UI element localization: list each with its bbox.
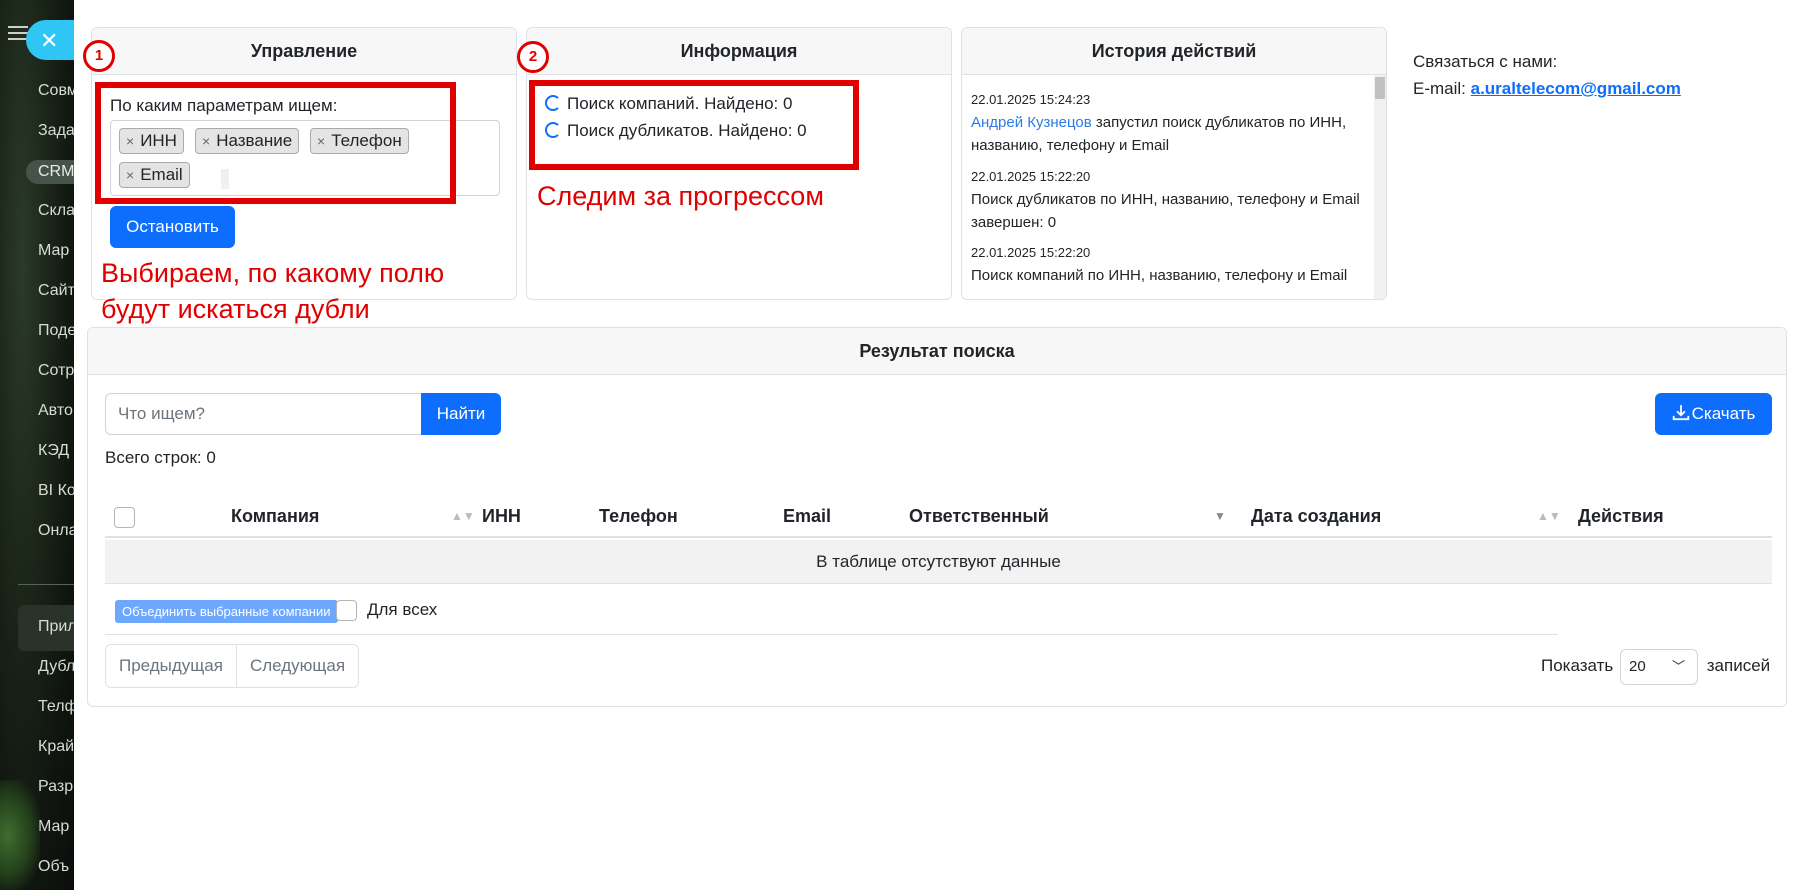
contact-block: Связаться с нами: E-mail: a.uraltelecom@…: [1413, 48, 1681, 102]
column-header-actions: Действия: [1578, 506, 1664, 526]
annotation-text-params-1: Выбираем, по какому полю: [101, 258, 445, 288]
page-size-value: 20: [1629, 657, 1646, 675]
next-page-button[interactable]: Следующая: [235, 645, 358, 687]
page-size-control: Показать 20 ﹀ записей: [1541, 644, 1770, 688]
portal-menu-item[interactable]: КЭД: [38, 442, 69, 460]
for-all-option[interactable]: Для всех: [336, 600, 438, 622]
download-icon: [1672, 405, 1689, 421]
annotation-box-progress: [529, 80, 859, 170]
portal-menu-item[interactable]: Авто: [38, 402, 73, 420]
portal-menu-item-active[interactable]: CRM: [26, 160, 74, 184]
annotation-text-params-2: будут искаться дубли: [101, 294, 370, 324]
results-title: Результат поиска: [88, 328, 1786, 375]
column-header-inn: ИНН: [482, 506, 521, 526]
portal-menu-item[interactable]: Совм: [38, 82, 74, 100]
column-header-created[interactable]: Дата создания: [1251, 494, 1381, 538]
chevron-down-icon: ﹀: [1672, 658, 1686, 674]
portal-menu-item[interactable]: Телф: [38, 698, 74, 716]
history-title: История действий: [962, 28, 1386, 75]
portal-menu-item[interactable]: Край: [38, 738, 74, 756]
annotation-marker-2: 2: [517, 41, 549, 73]
select-all-checkbox[interactable]: [114, 506, 135, 528]
results-card: Результат поиска Найти Скачать Всего стр…: [87, 327, 1787, 707]
column-header-responsible[interactable]: Ответственный: [909, 494, 1049, 538]
select-all-checkbox-cell: [114, 494, 135, 538]
contact-email-line: E-mail: a.uraltelecom@gmail.com: [1413, 75, 1681, 102]
download-label: Скачать: [1691, 404, 1756, 423]
portal-menu-item[interactable]: Сайт: [38, 282, 74, 300]
portal-menu-item[interactable]: BI Ко: [38, 482, 74, 500]
sidebar-divider: [18, 584, 74, 585]
background-decoration: [0, 780, 40, 890]
sort-icon[interactable]: ▲▼: [451, 494, 475, 538]
history-entry: 22.01.2025 15:22:20 Поиск дубликатов по …: [971, 168, 1371, 234]
download-button[interactable]: Скачать: [1655, 393, 1772, 435]
find-button[interactable]: Найти: [421, 393, 501, 435]
page-size-select[interactable]: 20 ﹀: [1620, 648, 1699, 685]
column-header-company[interactable]: Компания: [231, 494, 319, 538]
portal-sidebar: Совм Зада CRM Скла Мар Сайт Поде Сотр Ав…: [0, 0, 74, 890]
portal-menu-item[interactable]: Мар: [38, 818, 69, 836]
close-icon: ✕: [40, 28, 59, 53]
records-label: записей: [1706, 656, 1771, 675]
search-input[interactable]: [105, 393, 421, 435]
prev-page-button[interactable]: Предыдущая: [106, 645, 236, 687]
app-slider-panel: Управление По каким параметрам ищем: × ИН…: [74, 0, 1797, 890]
total-rows: Всего строк: 0: [105, 448, 216, 467]
portal-menu-item[interactable]: Сотр: [38, 362, 74, 380]
history-scrollbar[interactable]: [1374, 75, 1386, 299]
sort-desc-icon[interactable]: ▼: [1214, 494, 1226, 538]
portal-menu-item[interactable]: Онла: [38, 522, 74, 540]
hamburger-menu-icon[interactable]: [8, 26, 28, 40]
history-date: 22.01.2025 15:24:23: [971, 92, 1091, 107]
contact-email-link[interactable]: a.uraltelecom@gmail.com: [1471, 79, 1681, 98]
annotation-text-progress: Следим за прогрессом: [537, 181, 824, 211]
email-prefix: E-mail:: [1413, 79, 1471, 98]
portal-menu-item[interactable]: Скла: [38, 202, 74, 220]
contact-label: Связаться с нами:: [1413, 52, 1558, 71]
merge-companies-button[interactable]: Объединить выбранные компании: [115, 600, 338, 623]
history-text: Поиск компаний по ИНН, названию, телефон…: [971, 267, 1348, 284]
annotation-marker-1: 1: [83, 40, 115, 72]
portal-menu-item[interactable]: Прил: [38, 618, 74, 636]
scrollbar-thumb[interactable]: [1375, 77, 1385, 99]
for-all-label: Для всех: [367, 600, 438, 619]
column-header-phone: Телефон: [599, 506, 678, 526]
column-header-email: Email: [783, 506, 832, 526]
portal-menu-item[interactable]: Разр: [38, 778, 73, 796]
history-entry: 22.01.2025 15:24:23 Андрей Кузнецов запу…: [971, 91, 1371, 157]
table-empty-row: В таблице отсутствуют данные: [105, 540, 1772, 584]
portal-menu-item[interactable]: Объ: [38, 858, 69, 876]
pagination: Предыдущая Следующая: [105, 644, 360, 688]
for-all-checkbox[interactable]: [336, 600, 357, 622]
portal-menu-item[interactable]: Дубл: [38, 658, 74, 676]
history-date: 22.01.2025 15:22:20: [971, 169, 1091, 184]
history-date: 22.01.2025 15:22:20: [971, 245, 1091, 260]
portal-menu-item[interactable]: Поде: [38, 322, 74, 340]
annotation-box-params: [95, 82, 456, 204]
user-link[interactable]: Андрей Кузнецов: [971, 114, 1092, 131]
divider: [105, 634, 1558, 635]
history-entry: 22.01.2025 15:22:20 Поиск компаний по ИН…: [971, 244, 1371, 287]
show-label: Показать: [1541, 656, 1614, 675]
history-card: История действий 22.01.2025 15:24:23 Анд…: [961, 27, 1387, 300]
history-list[interactable]: 22.01.2025 15:24:23 Андрей Кузнецов запу…: [962, 75, 1386, 299]
table-header: Компания ▲▼ ИНН Телефон Email Ответствен…: [105, 494, 1772, 538]
portal-menu-item[interactable]: Зада: [38, 122, 74, 140]
stop-button[interactable]: Остановить: [110, 206, 235, 248]
information-title: Информация: [527, 28, 951, 75]
management-title: Управление: [92, 28, 516, 75]
portal-menu-item[interactable]: Мар: [38, 242, 69, 260]
sort-icon[interactable]: ▲▼: [1537, 494, 1561, 538]
history-text: Поиск дубликатов по ИНН, названию, телеф…: [971, 191, 1360, 231]
